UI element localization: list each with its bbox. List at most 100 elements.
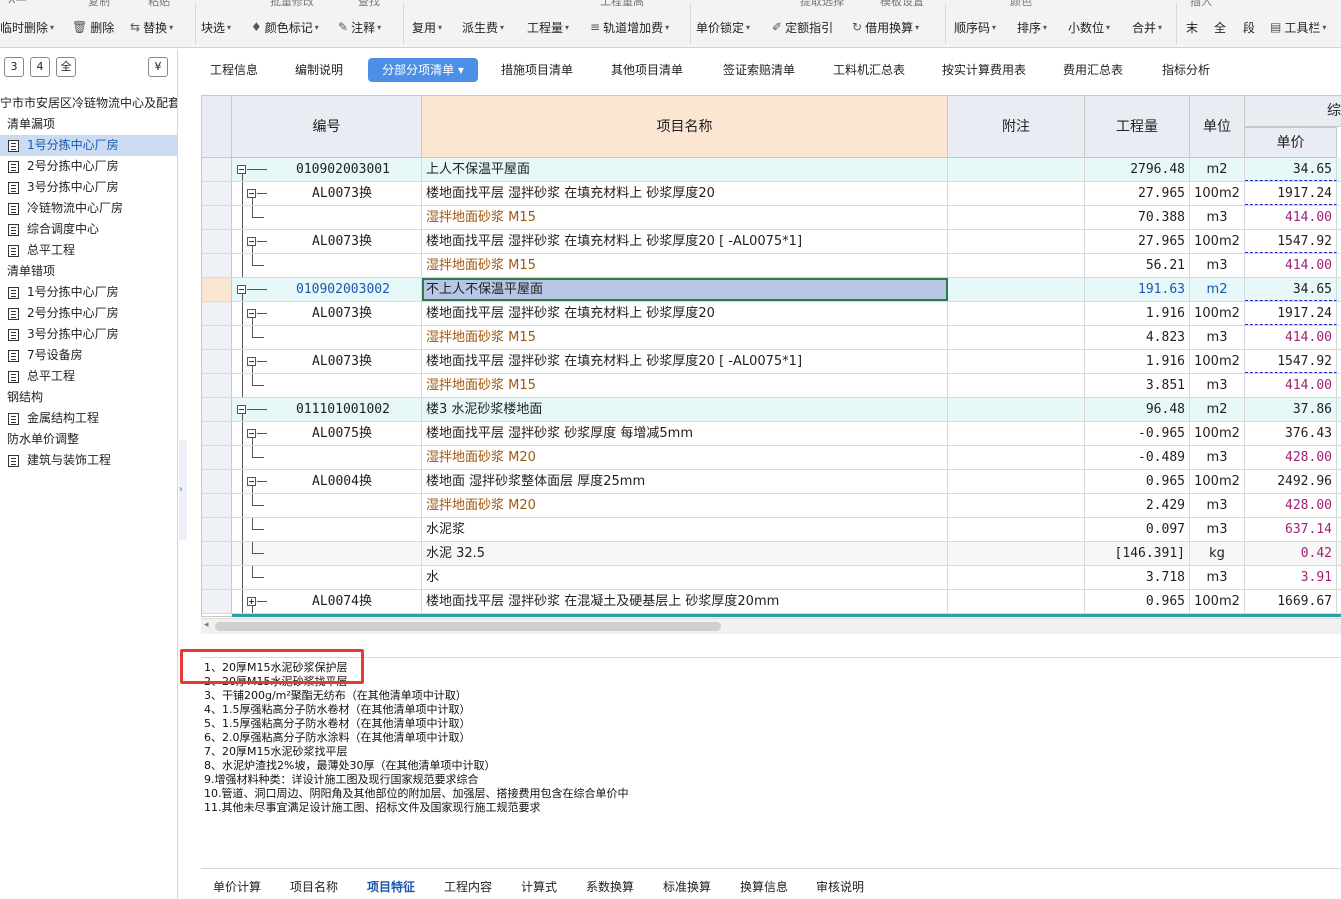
- quantity-cell[interactable]: 3.718: [1085, 566, 1190, 589]
- unit-cell[interactable]: m3: [1190, 254, 1245, 277]
- row-index-cell[interactable]: [202, 470, 232, 493]
- note-column-header[interactable]: 附注: [948, 96, 1085, 158]
- tab-6[interactable]: 工料机汇总表: [828, 58, 910, 82]
- tree-node[interactable]: 冷链物流中心厂房: [0, 198, 177, 219]
- table-row[interactable]: 湿拌地面砂浆 M15 56.21 m3 414.00: [202, 254, 1341, 278]
- detail-tab-5[interactable]: 系数换算: [586, 878, 634, 895]
- row-index-cell[interactable]: [202, 230, 232, 253]
- currency-button[interactable]: ¥: [148, 57, 168, 77]
- level-3-button[interactable]: 3: [4, 57, 24, 77]
- composite-cell[interactable]: [1337, 518, 1341, 541]
- unit-price-cell[interactable]: 637.14: [1245, 518, 1337, 541]
- unit-price-cell[interactable]: 3.91: [1245, 566, 1337, 589]
- quantity-cell[interactable]: 0.965: [1085, 470, 1190, 493]
- detail-tab-8[interactable]: 审核说明: [816, 878, 864, 895]
- tab-7[interactable]: 按实计算费用表: [938, 58, 1030, 82]
- tree-node[interactable]: 总平工程: [0, 366, 177, 387]
- tree-node[interactable]: 综合调度中心: [0, 219, 177, 240]
- toolbar-item-19[interactable]: 段: [1243, 18, 1255, 36]
- unit-cell[interactable]: m3: [1190, 326, 1245, 349]
- table-row[interactable]: 湿拌地面砂浆 M15 4.823 m3 414.00: [202, 326, 1341, 350]
- tab-3[interactable]: 措施项目清单: [496, 58, 578, 82]
- item-name-cell[interactable]: 楼地面找平层 湿拌砂浆 在填充材料上 砂浆厚度20: [422, 302, 948, 325]
- table-row[interactable]: 水泥浆 0.097 m3 637.14: [202, 518, 1341, 542]
- panel-collapse-handle[interactable]: ›: [179, 440, 187, 540]
- unit-price-cell[interactable]: 414.00: [1245, 254, 1337, 277]
- quantity-column-header[interactable]: 工程量: [1085, 96, 1190, 158]
- item-name-cell[interactable]: 湿拌地面砂浆 M15: [422, 374, 948, 397]
- tree-node[interactable]: 2号分拣中心厂房: [0, 156, 177, 177]
- code-cell[interactable]: AL0074换: [232, 590, 422, 613]
- unit-price-cell[interactable]: 2492.96: [1245, 470, 1337, 493]
- item-name-cell[interactable]: 楼地面找平层 湿拌砂浆 在填充材料上 砂浆厚度20 [ -AL0075*1]: [422, 350, 948, 373]
- composite-cell[interactable]: [1337, 374, 1341, 397]
- item-name-cell[interactable]: 湿拌地面砂浆 M15: [422, 254, 948, 277]
- quantity-cell[interactable]: 0.097: [1085, 518, 1190, 541]
- code-cell[interactable]: AL0004换: [232, 470, 422, 493]
- collapse-toggle-icon[interactable]: [247, 309, 256, 318]
- quantity-cell[interactable]: 1.916: [1085, 350, 1190, 373]
- unit-cell[interactable]: 100m2: [1190, 182, 1245, 205]
- code-cell[interactable]: 010902003002: [232, 278, 422, 301]
- table-row[interactable]: AL0073换 楼地面找平层 湿拌砂浆 在填充材料上 砂浆厚度20 [ -AL00…: [202, 350, 1341, 374]
- detail-tab-2[interactable]: 项目特征: [367, 878, 415, 895]
- unit-price-cell[interactable]: 428.00: [1245, 494, 1337, 517]
- row-index-cell[interactable]: [202, 446, 232, 469]
- table-row[interactable]: AL0073换 楼地面找平层 湿拌砂浆 在填充材料上 砂浆厚度20 27.965 10…: [202, 182, 1341, 206]
- expand-toggle-icon[interactable]: [247, 597, 256, 606]
- composite-cell[interactable]: [1337, 206, 1341, 229]
- code-cell[interactable]: [232, 518, 422, 541]
- table-row[interactable]: AL0073换 楼地面找平层 湿拌砂浆 在填充材料上 砂浆厚度20 [ -AL00…: [202, 230, 1341, 254]
- unit-cell[interactable]: 100m2: [1190, 230, 1245, 253]
- unit-cell[interactable]: 100m2: [1190, 470, 1245, 493]
- toolbar-item-8[interactable]: 工程量 ▾: [527, 18, 569, 36]
- quantity-cell[interactable]: 96.48: [1085, 398, 1190, 421]
- toolbar-item-18[interactable]: 全: [1214, 18, 1226, 36]
- tree-node[interactable]: 宁市市安居区冷链物流中心及配套设: [0, 93, 177, 114]
- note-cell[interactable]: [948, 302, 1085, 325]
- row-index-cell[interactable]: [202, 542, 232, 565]
- item-name-cell[interactable]: 楼地面找平层 湿拌砂浆 在填充材料上 砂浆厚度20 [ -AL0075*1]: [422, 230, 948, 253]
- code-cell[interactable]: AL0075换: [232, 422, 422, 445]
- item-name-cell[interactable]: 楼地面 湿拌砂浆整体面层 厚度25mm: [422, 470, 948, 493]
- unit-cell[interactable]: m2: [1190, 398, 1245, 421]
- table-row[interactable]: 湿拌地面砂浆 M20 -0.489 m3 428.00: [202, 446, 1341, 470]
- note-cell[interactable]: [948, 542, 1085, 565]
- tree-node[interactable]: 清单漏项: [0, 114, 177, 135]
- unit-cell[interactable]: 100m2: [1190, 350, 1245, 373]
- tab-9[interactable]: 指标分析: [1156, 58, 1216, 82]
- toolbar-item-7[interactable]: 派生费 ▾: [462, 18, 504, 36]
- composite-cell[interactable]: [1337, 158, 1341, 181]
- collapse-toggle-icon[interactable]: [247, 357, 256, 366]
- item-name-cell[interactable]: 水: [422, 566, 948, 589]
- toolbar-item-10[interactable]: 单价锁定 ▾: [696, 18, 750, 36]
- detail-tab-4[interactable]: 计算式: [521, 878, 557, 895]
- table-row[interactable]: AL0074换 楼地面找平层 湿拌砂浆 在混凝土及硬基层上 砂浆厚度20mm 0.9…: [202, 590, 1341, 614]
- unit-cell[interactable]: m3: [1190, 518, 1245, 541]
- collapse-toggle-icon[interactable]: [247, 477, 256, 486]
- row-index-cell[interactable]: [202, 302, 232, 325]
- code-cell[interactable]: 010902003001: [232, 158, 422, 181]
- tree-node[interactable]: 7号设备房: [0, 345, 177, 366]
- scrollbar-thumb[interactable]: [215, 622, 721, 631]
- quantity-cell[interactable]: 0.965: [1085, 590, 1190, 613]
- unit-price-cell[interactable]: 428.00: [1245, 446, 1337, 469]
- unit-price-cell[interactable]: 414.00: [1245, 206, 1337, 229]
- row-index-cell[interactable]: [202, 326, 232, 349]
- row-index-cell[interactable]: [202, 566, 232, 589]
- table-row[interactable]: 湿拌地面砂浆 M15 70.388 m3 414.00: [202, 206, 1341, 230]
- quantity-cell[interactable]: 191.63: [1085, 278, 1190, 301]
- composite-cell[interactable]: [1337, 254, 1341, 277]
- toolbar-item-12[interactable]: ↻ 借用换算 ▾: [852, 18, 919, 36]
- quantity-cell[interactable]: 1.916: [1085, 302, 1190, 325]
- unit-price-cell[interactable]: 1917.24: [1245, 182, 1337, 205]
- row-index-cell[interactable]: [202, 350, 232, 373]
- note-cell[interactable]: [948, 254, 1085, 277]
- toolbar-item-16[interactable]: 合并 ▾: [1132, 18, 1162, 36]
- toolbar-item-2[interactable]: ⇆ 替换 ▾: [130, 18, 173, 36]
- detail-tab-7[interactable]: 换算信息: [740, 878, 788, 895]
- note-cell[interactable]: [948, 182, 1085, 205]
- item-name-cell[interactable]: 楼地面找平层 湿拌砂浆 在填充材料上 砂浆厚度20: [422, 182, 948, 205]
- quantity-cell[interactable]: 27.965: [1085, 182, 1190, 205]
- item-features-text[interactable]: 1、20厚M15水泥砂浆保护层 2、20厚M15水泥砂浆找平层 3、干铺200g/m…: [204, 661, 629, 815]
